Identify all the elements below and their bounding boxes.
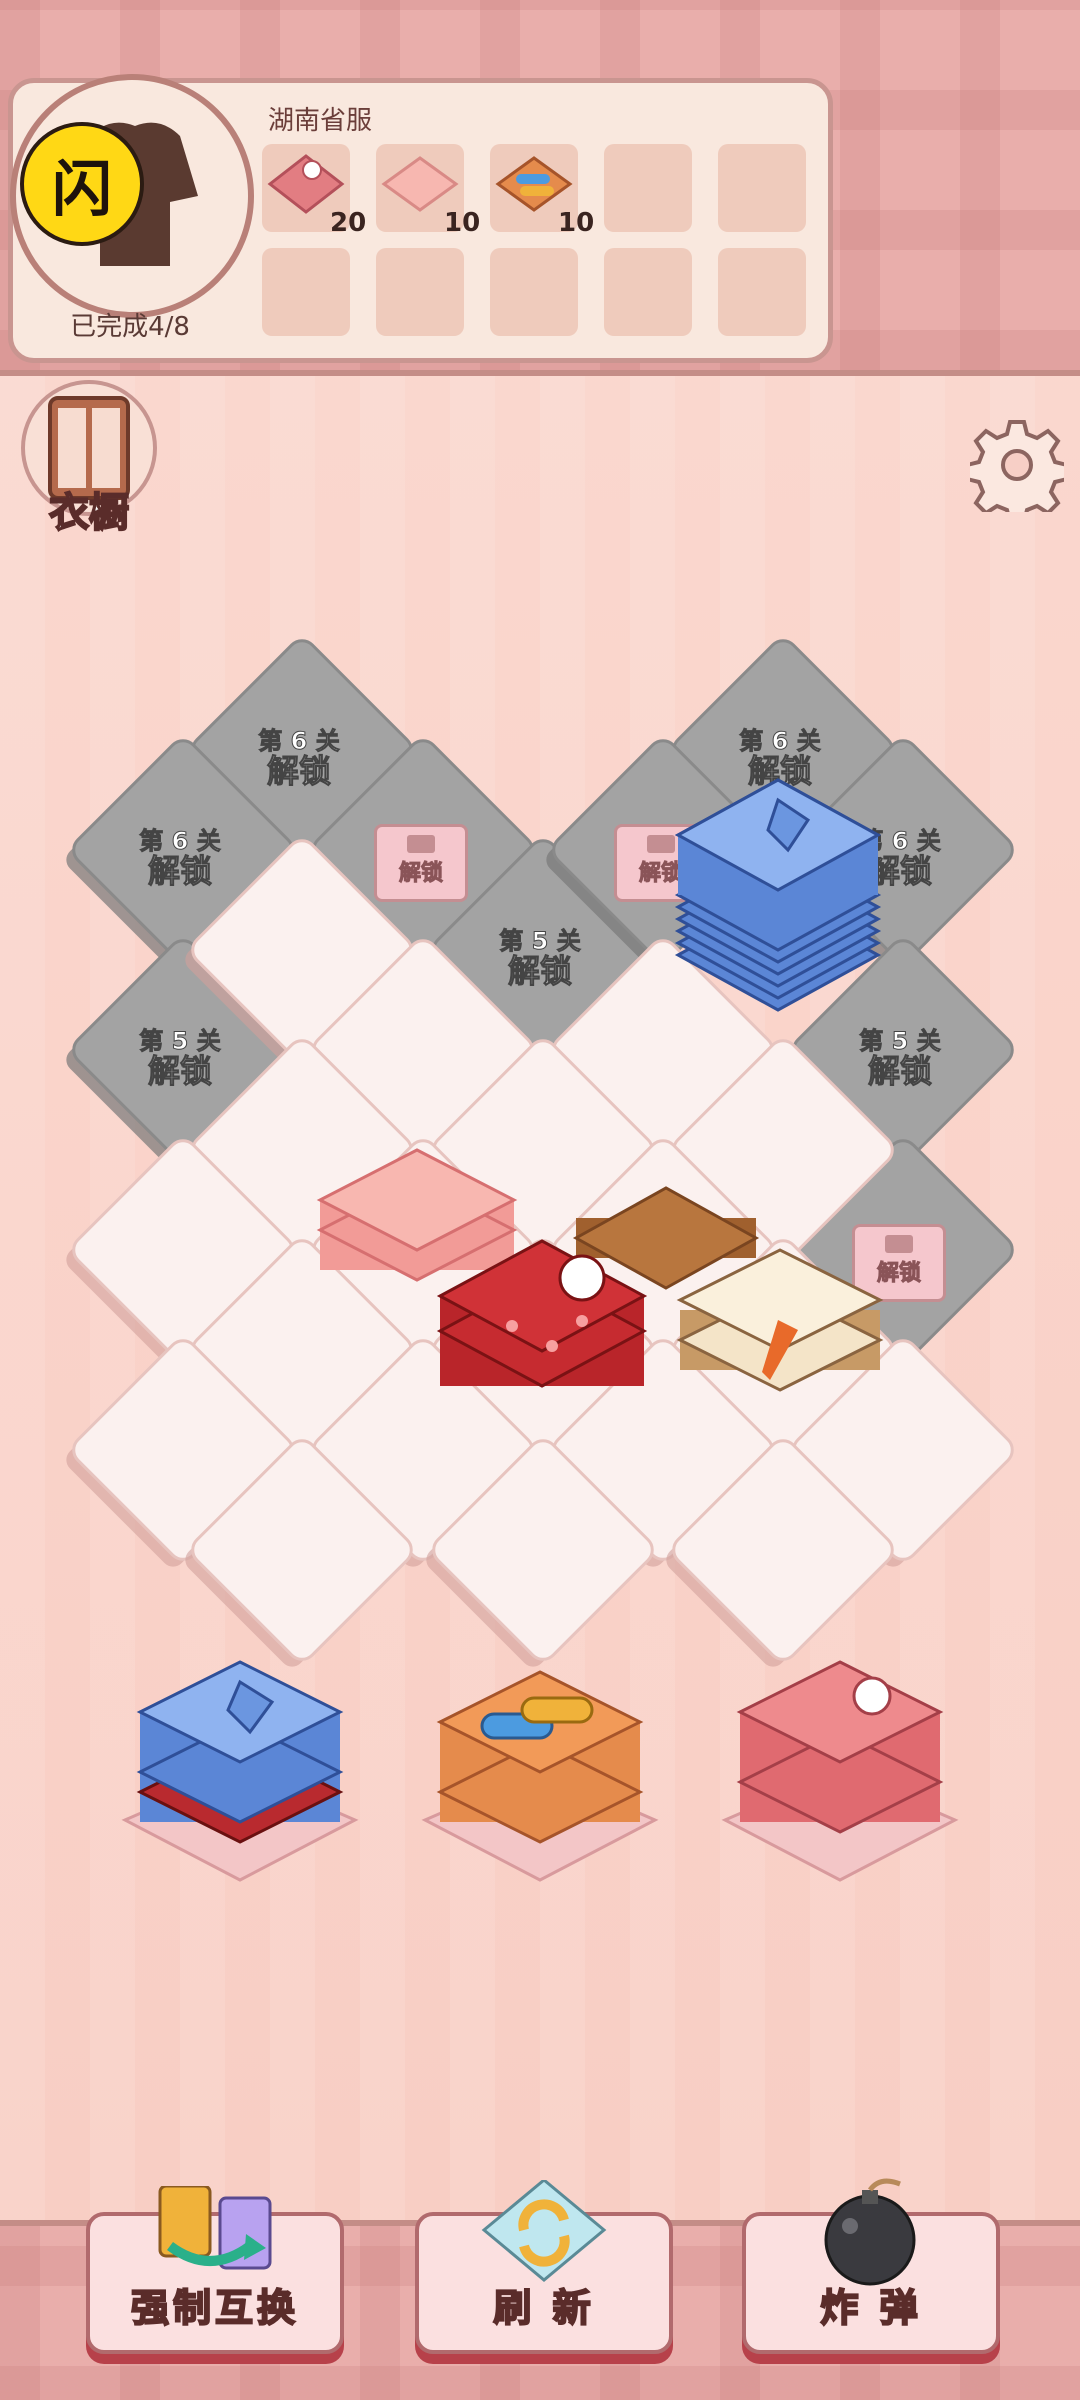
collect-slot bbox=[718, 248, 806, 336]
collect-slot bbox=[718, 144, 806, 232]
refresh-label: 刷 新 bbox=[492, 2285, 595, 2331]
progress-text: 已完成4/8 bbox=[70, 312, 190, 342]
collect-slot bbox=[376, 248, 464, 336]
lock-unlock: 解锁 bbox=[147, 852, 212, 891]
force-swap-button[interactable]: 强制互换 bbox=[86, 2186, 344, 2354]
red-floral-shirt-stack[interactable] bbox=[732, 1652, 948, 1892]
lock-unlock: 解锁 bbox=[147, 1052, 212, 1091]
flash-badge-icon: 闪 bbox=[20, 122, 144, 246]
wardrobe-label[interactable]: 衣橱 bbox=[24, 480, 154, 538]
lock-level: 第 5 关 bbox=[139, 1027, 221, 1055]
slot-count: 10 bbox=[558, 208, 595, 238]
lock-label: 第 5 关 解锁 bbox=[105, 1027, 255, 1091]
gear-icon[interactable] bbox=[970, 418, 1064, 512]
blue-shirt-stack[interactable] bbox=[668, 770, 888, 1060]
lock-unlock: 解锁 bbox=[266, 752, 331, 791]
thread-spools-stack[interactable] bbox=[432, 1662, 648, 1892]
red-floral-shirt-stack[interactable] bbox=[432, 1216, 652, 1456]
bomb-label: 炸 弹 bbox=[819, 2285, 922, 2331]
video-unlock-label: 解锁 bbox=[398, 861, 443, 887]
refresh-button[interactable]: 刷 新 bbox=[415, 2180, 673, 2354]
lock-level: 第 6 关 bbox=[139, 827, 221, 855]
collect-slot bbox=[604, 248, 692, 336]
slot-count: 10 bbox=[444, 208, 481, 238]
blue-shirt-stack[interactable] bbox=[132, 1652, 348, 1892]
force-swap-label: 强制互换 bbox=[130, 2285, 299, 2331]
collect-slot bbox=[490, 248, 578, 336]
lock-label: 第 5 关 解锁 bbox=[465, 927, 615, 991]
collect-slot bbox=[604, 144, 692, 232]
bomb-icon bbox=[824, 2178, 916, 2286]
lock-unlock: 解锁 bbox=[507, 952, 572, 991]
costume-title: 湖南省服 bbox=[268, 106, 373, 136]
video-unlock-button[interactable]: 解锁 bbox=[374, 824, 468, 902]
lock-label: 第 6 关 解锁 bbox=[105, 827, 255, 891]
lock-label: 第 6 关 解锁 bbox=[224, 727, 374, 791]
collect-slot bbox=[262, 248, 350, 336]
cream-shirt-stack[interactable] bbox=[670, 1240, 890, 1460]
refresh-icon bbox=[481, 2180, 607, 2282]
lock-level: 第 6 关 bbox=[739, 727, 821, 755]
video-camera-icon bbox=[407, 835, 435, 853]
bomb-button[interactable]: 炸 弹 bbox=[742, 2178, 1000, 2354]
slot-count: 20 bbox=[330, 208, 367, 238]
swap-cards-icon bbox=[158, 2186, 272, 2270]
lock-level: 第 6 关 bbox=[258, 727, 340, 755]
lock-level: 第 5 关 bbox=[499, 927, 581, 955]
game-screen: 闪 已完成4/8 湖南省服 20 10 10 衣橱 第 6 关 解锁 第 6 关… bbox=[0, 0, 1080, 2400]
